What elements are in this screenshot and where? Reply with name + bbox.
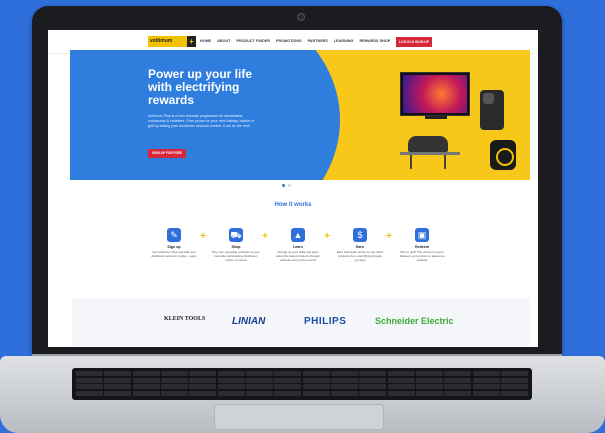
trackpad <box>214 404 384 430</box>
browser-screen: voltimum + HOME ABOUT PRODUCT FINDER PRO… <box>48 30 538 347</box>
step-description: Buy your everyday products at your favou… <box>212 250 260 263</box>
step-shop: ⛟ Shop Buy your everyday products at you… <box>212 228 260 263</box>
money-icon: $ <box>353 228 367 242</box>
plus-separator: + <box>262 231 268 242</box>
nav-item-learning[interactable]: LEARNING <box>334 39 354 43</box>
webcam-icon <box>297 13 305 21</box>
graduation-cap-icon: ▲ <box>291 228 305 242</box>
carousel-dot-1[interactable] <box>282 184 285 187</box>
step-title: Learn <box>293 245 303 249</box>
step-learn: ▲ Learn Charge up your skills and learn … <box>274 228 322 263</box>
nav-item-home[interactable]: HOME <box>200 39 211 43</box>
how-it-works-steps: ✎ Sign up Join Voltimum Plus and add you… <box>150 228 450 288</box>
main-nav: HOME ABOUT PRODUCT FINDER PROMOTIONS PAR… <box>200 39 390 43</box>
hero-banner: Power up your life with electrifying rew… <box>70 50 530 180</box>
hero-title: Power up your life with electrifying rew… <box>148 67 253 107</box>
grill-legs <box>410 155 446 169</box>
nav-item-promotions[interactable]: PROMOTIONS <box>276 39 302 43</box>
step-title: Redeem <box>415 245 429 249</box>
carousel-dot-2[interactable] <box>288 184 291 187</box>
gift-icon: ▣ <box>415 228 429 242</box>
step-title: Sign up <box>167 245 181 249</box>
carousel-dots <box>282 184 291 187</box>
brand-linian[interactable]: LINIAN <box>232 316 265 327</box>
keyboard <box>72 368 532 400</box>
plus-separator: + <box>200 231 206 242</box>
bbq-grill-image <box>400 136 460 170</box>
smartwatch-image <box>490 140 516 170</box>
step-description: Charge up your skills and learn about th… <box>276 250 320 263</box>
nav-item-about[interactable]: ABOUT <box>217 39 230 43</box>
step-redeem: ▣ Redeem Drill or grill? The choice is y… <box>398 228 446 263</box>
brand-philips[interactable]: PHILIPS <box>304 316 346 327</box>
hero-description: Voltimum Plus is a new rewards programme… <box>148 114 255 128</box>
partner-brands: KLEIN TOOLS LINIAN PHILIPS Schneider Ele… <box>72 298 530 346</box>
signup-free-button[interactable]: SIGN UP FOR FREE <box>148 149 186 158</box>
phone-image <box>480 90 504 130</box>
brand-klein-tools[interactable]: KLEIN TOOLS <box>164 316 205 322</box>
step-description: Earn automatic points on top-notch produ… <box>336 250 384 263</box>
nav-item-product-finder[interactable]: PRODUCT FINDER <box>236 39 270 43</box>
shopping-cart-icon: ⛟ <box>229 228 243 242</box>
step-description: Join Voltimum Plus and add your distribu… <box>151 250 197 259</box>
brand-schneider-electric[interactable]: Schneider Electric <box>375 316 454 326</box>
keyboard-keys <box>76 371 528 397</box>
how-it-works-title: How it works <box>274 202 312 208</box>
phone-camera <box>483 93 494 104</box>
logo[interactable]: voltimum + <box>148 36 196 47</box>
login-signup-button[interactable]: LOG IN & SIGN UP <box>396 37 432 47</box>
logo-text: voltimum <box>150 38 173 44</box>
tv-stand <box>425 116 447 119</box>
logo-plus-icon: + <box>187 36 196 47</box>
step-earn: $ Earn Earn automatic points on top-notc… <box>336 228 384 263</box>
nav-item-partners[interactable]: PARTNERS <box>308 39 328 43</box>
tv-image <box>400 72 470 116</box>
plus-separator: + <box>386 231 392 242</box>
nav-item-rewards-shop[interactable]: REWARDS SHOP <box>359 39 390 43</box>
edit-form-icon: ✎ <box>167 228 181 242</box>
grill-lid <box>408 136 448 152</box>
step-signup: ✎ Sign up Join Voltimum Plus and add you… <box>150 228 198 258</box>
step-title: Shop <box>231 245 241 249</box>
step-title: Earn <box>356 245 364 249</box>
step-description: Drill or grill? The choice is yours! Red… <box>399 250 445 263</box>
plus-separator: + <box>324 231 330 242</box>
